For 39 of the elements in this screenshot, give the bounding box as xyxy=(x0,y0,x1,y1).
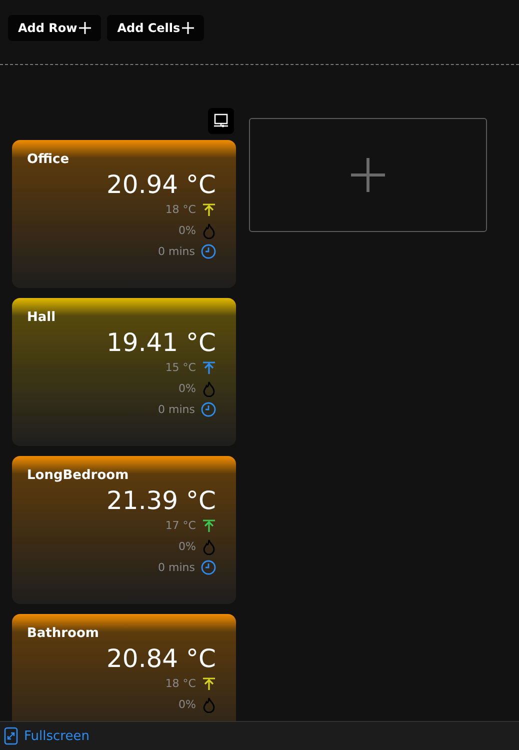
room-card[interactable]: Hall 19.41 °C 15 °C 0% 0 mins xyxy=(12,298,236,446)
setpoint-value: 17 °C xyxy=(165,519,196,532)
plus-icon xyxy=(351,158,385,192)
temperature-value: 20.84 °C xyxy=(106,645,216,673)
flame-icon xyxy=(202,538,216,554)
room-card[interactable]: Office 20.94 °C 18 °C 0% 0 mins xyxy=(12,140,236,288)
add-cell-button[interactable] xyxy=(249,118,487,232)
temperature-value: 19.41 °C xyxy=(106,329,216,357)
flame-icon xyxy=(202,696,216,712)
time-value: 0 mins xyxy=(158,245,195,258)
time-value: 0 mins xyxy=(158,403,195,416)
room-name: Hall xyxy=(27,310,56,325)
temperature-value: 21.39 °C xyxy=(106,487,216,515)
heating-percent: 0% xyxy=(178,382,196,395)
temperature-value: 20.94 °C xyxy=(106,171,216,199)
fullscreen-icon[interactable] xyxy=(4,727,18,745)
plus-icon xyxy=(79,22,92,34)
add-button[interactable]: Add Row xyxy=(8,15,102,41)
setpoint-value: 15 °C xyxy=(165,361,196,374)
heating-percent: 0% xyxy=(178,540,196,553)
room-name: LongBedroom xyxy=(27,468,129,483)
flame-icon xyxy=(202,380,216,396)
fullscreen-link[interactable]: Fullscreen xyxy=(24,728,90,744)
setpoint-value: 18 °C xyxy=(165,203,196,216)
setpoint-value: 18 °C xyxy=(165,677,196,690)
monitor-icon[interactable] xyxy=(208,108,234,134)
room-card[interactable]: Bathroom 20.84 °C 18 °C 0% xyxy=(12,614,236,721)
heating-percent: 0% xyxy=(178,224,196,237)
clock-icon xyxy=(201,402,216,417)
clock-icon xyxy=(201,244,216,259)
plus-icon xyxy=(182,22,194,34)
room-card[interactable]: LongBedroom 21.39 °C 17 °C 0% 0 mins xyxy=(12,456,236,604)
flame-icon xyxy=(202,222,216,238)
room-name: Bathroom xyxy=(27,626,99,641)
time-value: 0 mins xyxy=(158,561,195,574)
clock-icon xyxy=(201,560,216,575)
room-name: Office xyxy=(27,152,70,167)
heating-percent: 0% xyxy=(178,698,196,711)
add-button[interactable]: Add Cells xyxy=(107,15,204,41)
